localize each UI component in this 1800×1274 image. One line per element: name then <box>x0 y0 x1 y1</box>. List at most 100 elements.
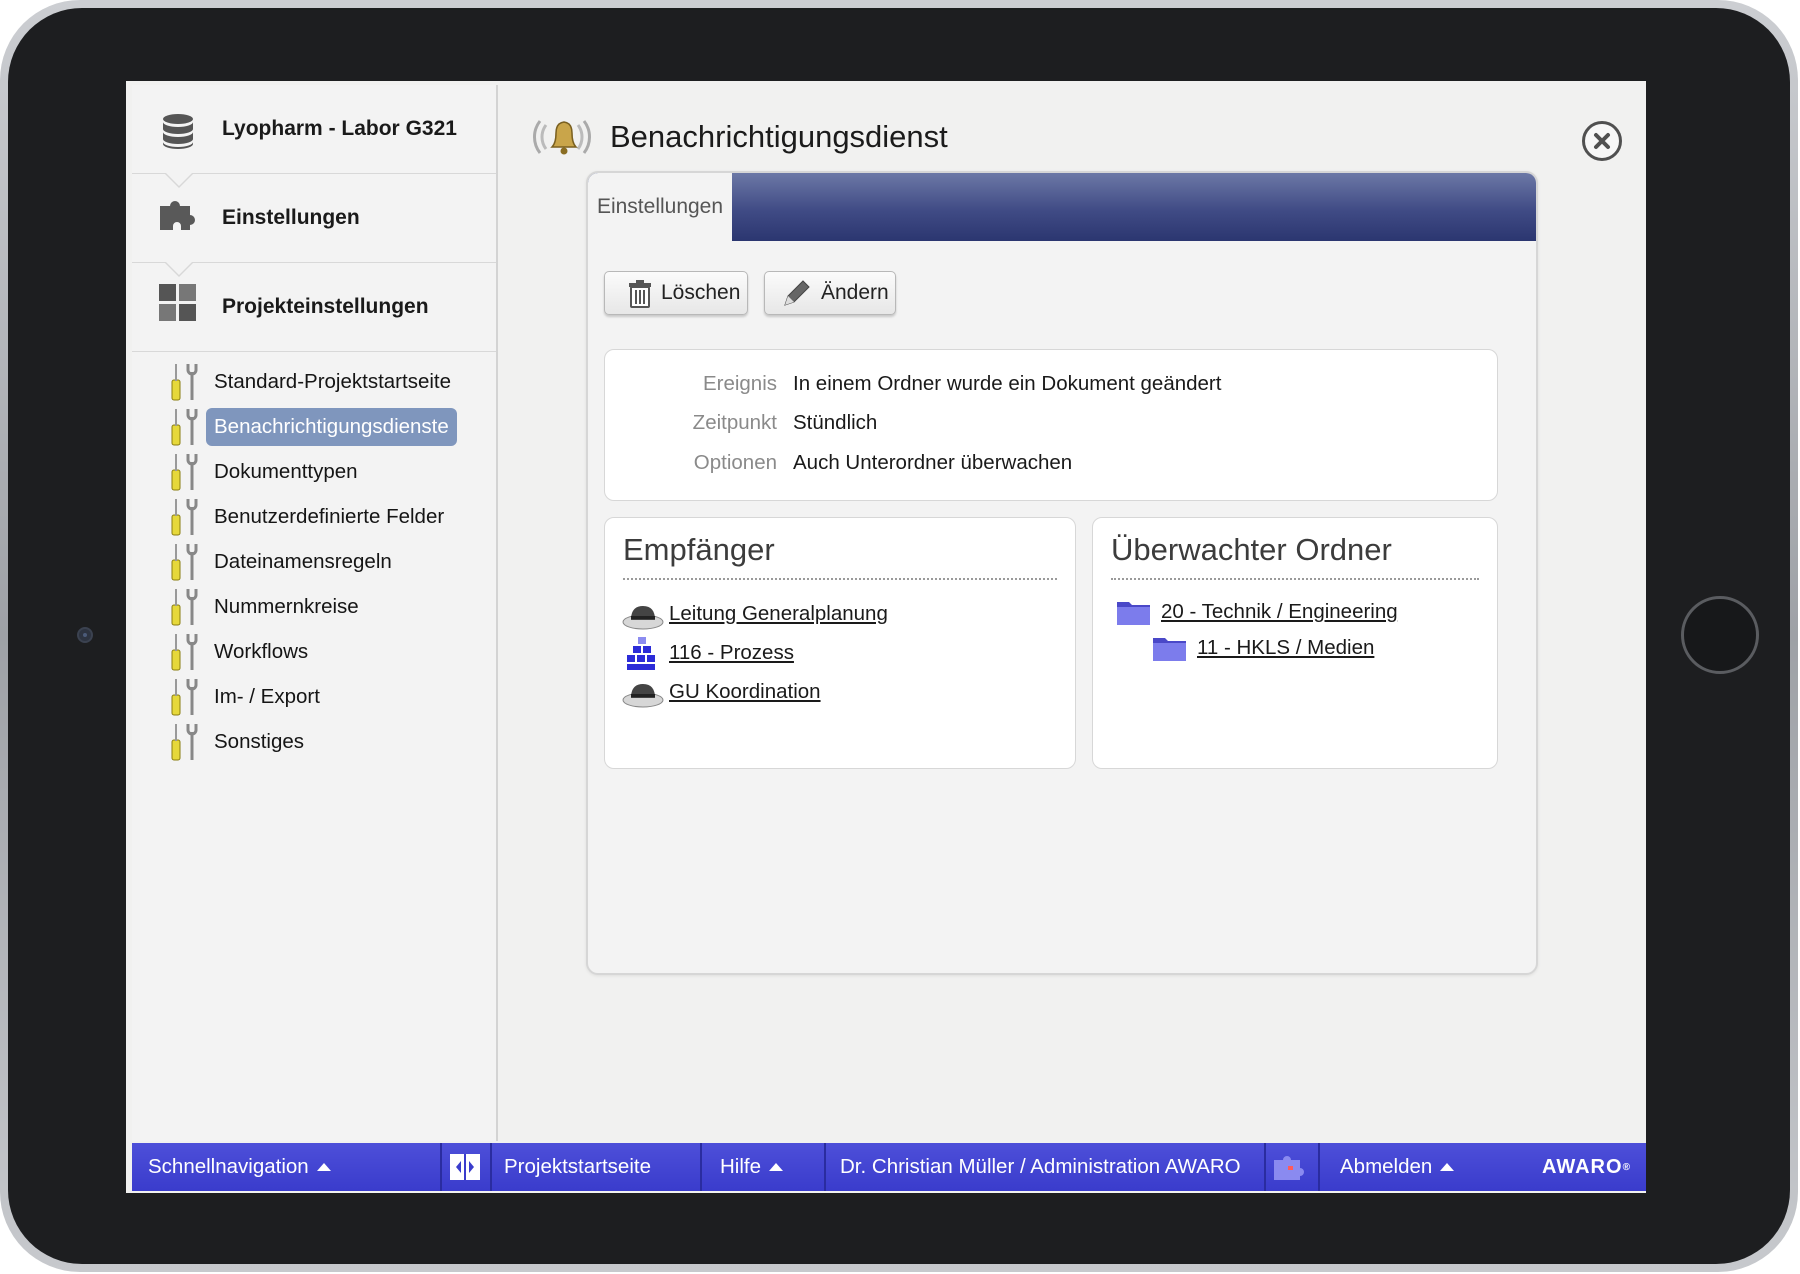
sidebar-item-label: Nummernkreise <box>214 594 359 618</box>
recipient-link[interactable]: 116 - Prozess <box>669 641 794 665</box>
close-icon <box>1594 133 1610 149</box>
quicknav-label: Schnellnavigation <box>148 1155 309 1178</box>
divider <box>1111 578 1479 580</box>
hat-icon <box>622 684 664 708</box>
sidebar-project-settings-header[interactable]: Projekteinstellungen <box>132 261 496 352</box>
delete-button[interactable]: Löschen <box>604 271 748 315</box>
delete-button-label: Löschen <box>661 281 741 304</box>
info-box: Ereignis In einem Ordner wurde ein Dokum… <box>604 349 1498 501</box>
logout-menu[interactable]: Abmelden <box>1340 1143 1455 1191</box>
folder-link[interactable]: 20 - Technik / Engineering <box>1161 600 1398 624</box>
info-key: Zeitpunkt <box>692 411 777 434</box>
sidebar-item-label: Dateinamensregeln <box>214 549 392 573</box>
section-settings: Einstellungen <box>222 206 360 229</box>
sidebar-item-workflows[interactable]: Workflows <box>132 629 496 674</box>
separator <box>824 1143 826 1191</box>
separator <box>700 1143 702 1191</box>
registered-icon: ® <box>1622 1161 1631 1173</box>
project-name: Lyopharm - Labor G321 <box>222 117 457 140</box>
sidebar-item-label: Im- / Export <box>214 684 320 708</box>
tools-icon <box>171 724 198 761</box>
info-value: Auch Unterordner überwachen <box>793 451 1073 474</box>
camera-icon <box>77 627 93 643</box>
sidebar: Lyopharm - Labor G321 Einstellungen Proj… <box>132 85 498 1141</box>
sidebar-item-benutzerdefinierte-felder[interactable]: Benutzerdefinierte Felder <box>132 494 496 539</box>
close-button[interactable] <box>1582 121 1622 161</box>
bottom-bar: Schnellnavigation Projektstartseite Hilf… <box>132 1143 1646 1191</box>
sidebar-item-benachrichtigungsdienste[interactable]: Benachrichtigungsdienste <box>132 404 496 449</box>
split-view-icon <box>450 1154 480 1180</box>
tools-icon <box>171 364 198 401</box>
tools-icon <box>171 589 198 626</box>
plugin-button[interactable] <box>1272 1143 1308 1191</box>
logout-label: Abmelden <box>1340 1155 1433 1178</box>
info-value: Stündlich <box>793 411 878 434</box>
home-button[interactable] <box>1681 596 1759 674</box>
sidebar-menu: Standard-Projektstartseite Benachrichtig… <box>132 359 496 764</box>
recipients-box: Empfänger Leitung Generalplanung 116 - P… <box>604 517 1076 769</box>
quicknav-menu[interactable]: Schnellnavigation <box>148 1143 331 1191</box>
settings-card: Einstellungen Löschen Ändern Ereignis In… <box>586 171 1538 975</box>
page-title: Benachrichtigungsdienst <box>610 119 948 154</box>
folder-icon <box>1153 638 1186 661</box>
sidebar-item-standard-projektstartseite[interactable]: Standard-Projektstartseite <box>132 359 496 404</box>
project-home-label: Projektstartseite <box>504 1155 651 1178</box>
info-key: Optionen <box>693 451 777 474</box>
help-menu[interactable]: Hilfe <box>720 1143 784 1191</box>
watched-folder-title: Überwachter Ordner <box>1111 532 1392 567</box>
tools-icon <box>171 679 198 716</box>
brand-logo: AWARO ® <box>1542 1143 1631 1191</box>
tools-icon <box>171 499 198 536</box>
section-project-settings: Projekteinstellungen <box>222 295 429 318</box>
folder-link[interactable]: 11 - HKLS / Medien <box>1197 636 1374 660</box>
info-row-zeitpunkt: Zeitpunkt Stündlich <box>605 411 1497 441</box>
info-row-optionen: Optionen Auch Unterordner überwachen <box>605 451 1497 481</box>
sidebar-item-dokumenttypen[interactable]: Dokumenttypen <box>132 449 496 494</box>
sidebar-item-label: Dokumenttypen <box>214 459 358 483</box>
info-key: Ereignis <box>702 372 777 395</box>
tools-icon <box>171 454 198 491</box>
tab-bar: Einstellungen <box>588 173 1536 241</box>
hat-icon <box>622 606 664 630</box>
bell-icon <box>533 120 591 155</box>
toggle-sidebar-button[interactable] <box>450 1143 480 1191</box>
sidebar-settings-header[interactable]: Einstellungen <box>132 172 496 263</box>
project-home-link[interactable]: Projektstartseite <box>504 1143 651 1191</box>
sidebar-project-header[interactable]: Lyopharm - Labor G321 <box>132 85 496 174</box>
user-info[interactable]: Dr. Christian Müller / Administration AW… <box>840 1143 1241 1191</box>
caret-up-icon <box>316 1163 331 1171</box>
trash-icon <box>629 280 651 308</box>
sidebar-item-label: Benachrichtigungsdienste <box>206 407 457 446</box>
folder-icon <box>1117 602 1150 625</box>
recipient-link[interactable]: GU Koordination <box>669 680 821 704</box>
separator <box>1264 1143 1266 1191</box>
main-content: Benachrichtigungsdienst Einstellungen Lö… <box>498 81 1646 1141</box>
user-label: Dr. Christian Müller / Administration AW… <box>840 1155 1241 1178</box>
recipients-title: Empfänger <box>623 532 775 567</box>
sidebar-item-label: Sonstiges <box>214 729 305 753</box>
group-blocks-icon <box>627 637 655 670</box>
sidebar-item-dateinamensregeln[interactable]: Dateinamensregeln <box>132 539 496 584</box>
brand-label: AWARO <box>1542 1155 1623 1178</box>
divider <box>623 578 1057 580</box>
caret-up-icon <box>769 1163 784 1171</box>
tab-einstellungen[interactable]: Einstellungen <box>588 173 732 241</box>
tiles-icon <box>159 284 196 321</box>
sidebar-item-label: Standard-Projektstartseite <box>214 369 452 393</box>
separator <box>490 1143 492 1191</box>
sidebar-item-sonstiges[interactable]: Sonstiges <box>132 719 496 764</box>
edit-button[interactable]: Ändern <box>764 271 896 315</box>
database-icon <box>163 114 193 149</box>
pencil-icon <box>784 280 810 306</box>
edit-button-label: Ändern <box>821 281 889 304</box>
separator <box>440 1143 442 1191</box>
sidebar-item-im-export[interactable]: Im- / Export <box>132 674 496 719</box>
tools-icon <box>171 544 198 581</box>
caret-up-icon <box>1440 1163 1455 1171</box>
sidebar-item-nummernkreise[interactable]: Nummernkreise <box>132 584 496 629</box>
help-label: Hilfe <box>720 1155 762 1178</box>
sidebar-item-label: Benutzerdefinierte Felder <box>214 504 445 528</box>
info-row-ereignis: Ereignis In einem Ordner wurde ein Dokum… <box>605 372 1497 402</box>
sidebar-item-label: Workflows <box>214 639 309 663</box>
recipient-link[interactable]: Leitung Generalplanung <box>669 602 888 626</box>
